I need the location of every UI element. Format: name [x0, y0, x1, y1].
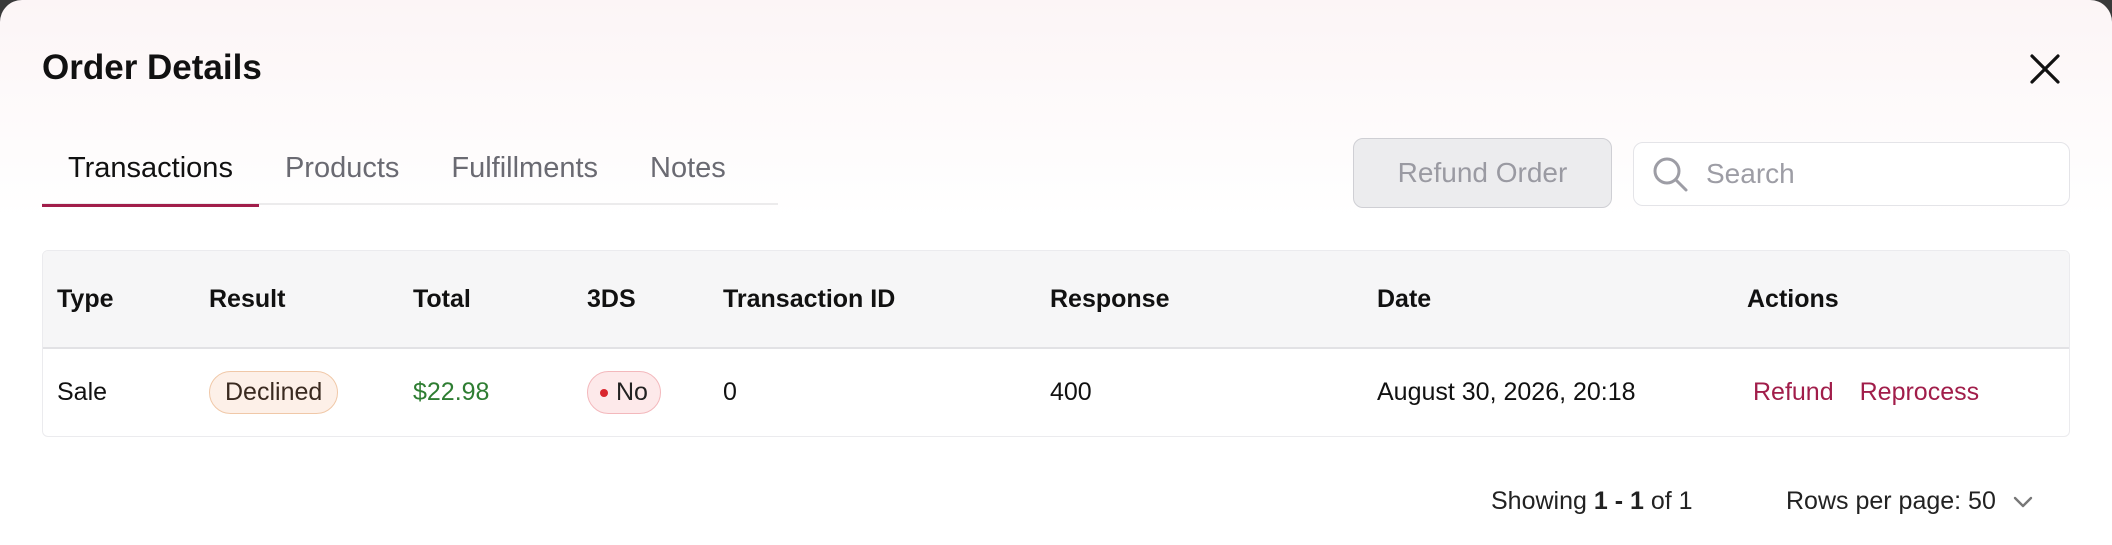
cell-3ds: No — [587, 349, 661, 436]
cell-total: $22.98 — [413, 378, 490, 406]
tab-products[interactable]: Products — [259, 146, 425, 205]
table-header: Type Result Total 3DS Transaction ID Res… — [43, 251, 2069, 349]
chevron-down-icon — [2013, 496, 2033, 507]
cell-result: Declined — [209, 349, 339, 436]
search-box — [1633, 142, 2070, 206]
column-header-total: Total — [413, 285, 471, 313]
search-input[interactable] — [1706, 158, 2046, 190]
status-badge-declined: Declined — [209, 371, 339, 414]
cell-actions: Refund Reprocess — [1747, 349, 1999, 436]
table-row: Sale Declined $22.98 No 0 400 August 30,… — [43, 349, 2069, 436]
tab-bar: Transactions Products Fulfillments Notes — [42, 146, 778, 207]
tab-fulfillments[interactable]: Fulfillments — [425, 146, 624, 205]
cell-response: 400 — [1050, 378, 1092, 406]
column-header-response: Response — [1050, 285, 1170, 313]
close-icon[interactable] — [2026, 50, 2064, 88]
refund-link[interactable]: Refund — [1747, 378, 1834, 407]
search-icon — [1653, 157, 1688, 192]
column-header-type: Type — [57, 285, 114, 313]
cell-date: August 30, 2026, 20:18 — [1377, 378, 1636, 406]
column-header-3ds: 3DS — [587, 285, 636, 313]
modal-title: Order Details — [42, 48, 262, 87]
showing-prefix: Showing — [1491, 487, 1587, 515]
tab-transactions[interactable]: Transactions — [42, 146, 259, 207]
showing-total: of 1 — [1650, 487, 1693, 515]
rows-per-page-label: Rows per page: 50 — [1786, 487, 1996, 515]
reprocess-link[interactable]: Reprocess — [1854, 378, 1980, 407]
3ds-badge: No — [587, 371, 661, 414]
pagination-summary: Showing 1 - 1 of 1 — [1491, 487, 1693, 516]
tab-notes[interactable]: Notes — [624, 146, 752, 205]
3ds-badge-label: No — [616, 378, 648, 406]
showing-range: 1 - 1 — [1593, 487, 1644, 515]
status-dot-icon — [600, 388, 608, 397]
column-header-transaction-id: Transaction ID — [723, 285, 896, 313]
column-header-date: Date — [1377, 285, 1432, 313]
cell-transaction-id: 0 — [723, 378, 737, 406]
transactions-table: Type Result Total 3DS Transaction ID Res… — [42, 250, 2070, 437]
rows-per-page-select[interactable]: Rows per page: 50 — [1786, 487, 2036, 516]
column-header-actions: Actions — [1747, 285, 1839, 313]
order-details-modal: Order Details Transactions Products Fulf… — [0, 0, 2112, 545]
column-header-result: Result — [209, 285, 286, 313]
cell-type: Sale — [57, 378, 108, 406]
refund-order-button[interactable]: Refund Order — [1353, 138, 1612, 208]
